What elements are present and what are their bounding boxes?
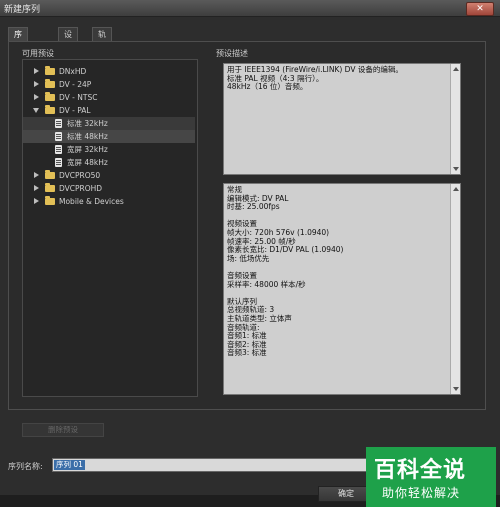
- sequence-name-value[interactable]: 序列 01: [54, 460, 85, 470]
- tree-item-label: DV - NTSC: [59, 93, 98, 102]
- watermark-subtitle: 助你轻松解决: [382, 486, 461, 500]
- tree-item-label: 标准 48kHz: [67, 132, 108, 141]
- collapse-arrow-icon[interactable]: [33, 108, 39, 113]
- sequence-name-label: 序列名称:: [8, 462, 43, 471]
- tree-item-widescreen-32khz[interactable]: 宽屏 32kHz: [23, 143, 195, 156]
- scroll-down-icon[interactable]: [453, 387, 459, 391]
- details-line: 采样率: 48000 样本/秒: [227, 279, 306, 289]
- expand-arrow-icon[interactable]: [34, 185, 39, 191]
- tree-item-dv-24p[interactable]: DV - 24P: [23, 78, 195, 91]
- expand-arrow-icon[interactable]: [34, 172, 39, 178]
- scroll-up-icon[interactable]: [453, 187, 459, 191]
- preset-description-label: 预设描述: [216, 49, 248, 58]
- folder-icon: [45, 79, 55, 88]
- tree-item-label: DVCPRO50: [59, 171, 101, 180]
- details-line: [227, 289, 448, 298]
- preset-details-box: 常规 编辑模式: DV PAL 时基: 25.00fps 视频设置 帧大小: 7…: [223, 183, 461, 395]
- scroll-down-icon[interactable]: [453, 167, 459, 171]
- tree-item-label: 宽屏 48kHz: [67, 158, 108, 167]
- tree-item-dv-ntsc[interactable]: DV - NTSC: [23, 91, 195, 104]
- window-title: 新建序列: [4, 5, 41, 15]
- preset-file-icon: [55, 132, 62, 141]
- folder-icon: [45, 183, 55, 192]
- tab-tracks[interactable]: 轨道: [92, 27, 112, 52]
- watermark-logo: 百科全说 助你轻松解决: [366, 447, 496, 507]
- tab-sequence-presets[interactable]: 序列预设: [8, 27, 28, 78]
- expand-arrow-icon[interactable]: [34, 81, 39, 87]
- preset-tree[interactable]: DNxHD DV - 24P DV - NTSC DV - PAL 标准 32k…: [22, 59, 198, 397]
- tree-item-standard-32khz[interactable]: 标准 32kHz: [23, 117, 195, 130]
- expand-arrow-icon[interactable]: [34, 94, 39, 100]
- watermark-title: 百科全说: [374, 458, 467, 483]
- delete-preset-button[interactable]: 删除预设: [22, 423, 104, 437]
- tree-item-mobile-devices[interactable]: Mobile & Devices: [23, 195, 195, 208]
- sequence-name-input[interactable]: 序列 01: [52, 458, 389, 472]
- details-line: 场: 低场优先: [227, 253, 270, 263]
- scroll-up-icon[interactable]: [453, 67, 459, 71]
- details-line: 音频3: 标准: [227, 348, 267, 358]
- tree-item-label: 标准 32kHz: [67, 119, 108, 128]
- description-scrollbar[interactable]: [450, 64, 460, 174]
- available-presets-label: 可用预设: [22, 49, 54, 58]
- expand-arrow-icon[interactable]: [34, 198, 39, 204]
- preset-file-icon: [55, 119, 62, 128]
- folder-open-icon: [45, 105, 55, 114]
- preset-description-box: 用于 IEEE1394 (FireWire/i.LINK) DV 设备的编辑。 …: [223, 63, 461, 175]
- details-line: [227, 212, 448, 221]
- folder-icon: [45, 66, 55, 75]
- tree-item-standard-48khz[interactable]: 标准 48kHz: [23, 130, 195, 143]
- tree-item-dv-pal[interactable]: DV - PAL: [23, 104, 195, 117]
- tree-item-widescreen-48khz[interactable]: 宽屏 48kHz: [23, 156, 195, 169]
- details-line: 时基: 25.00fps: [227, 202, 280, 212]
- tree-item-dnxhd[interactable]: DNxHD: [23, 65, 195, 78]
- expand-arrow-icon[interactable]: [34, 68, 39, 74]
- tree-item-dvcprohd[interactable]: DVCPROHD: [23, 182, 195, 195]
- preset-file-icon: [55, 145, 62, 154]
- folder-icon: [45, 92, 55, 101]
- folder-icon: [45, 170, 55, 179]
- details-line: [227, 263, 448, 272]
- details-scrollbar[interactable]: [450, 184, 460, 394]
- tree-item-label: DVCPROHD: [59, 184, 103, 193]
- tree-item-label: 宽屏 32kHz: [67, 145, 108, 154]
- details-line: 主轨道类型: 立体声: [227, 313, 292, 323]
- tree-item-label: DV - PAL: [59, 106, 91, 115]
- tree-item-label: DV - 24P: [59, 80, 92, 89]
- tree-item-dvcpro50[interactable]: DVCPRO50: [23, 169, 195, 182]
- tree-item-label: DNxHD: [59, 67, 87, 76]
- folder-icon: [45, 196, 55, 205]
- description-line: 48kHz（16 位）音频。: [227, 82, 308, 92]
- close-icon: ✕: [476, 4, 484, 14]
- tab-settings[interactable]: 设置: [58, 27, 78, 52]
- close-button[interactable]: ✕: [466, 2, 494, 16]
- new-sequence-dialog: 序列预设 设置 轨道 可用预设 预设描述 DNxHD DV - 24P DV -…: [0, 17, 500, 507]
- preset-file-icon: [55, 158, 62, 167]
- tree-item-label: Mobile & Devices: [59, 197, 124, 206]
- title-bar: 新建序列 ✕: [0, 0, 500, 17]
